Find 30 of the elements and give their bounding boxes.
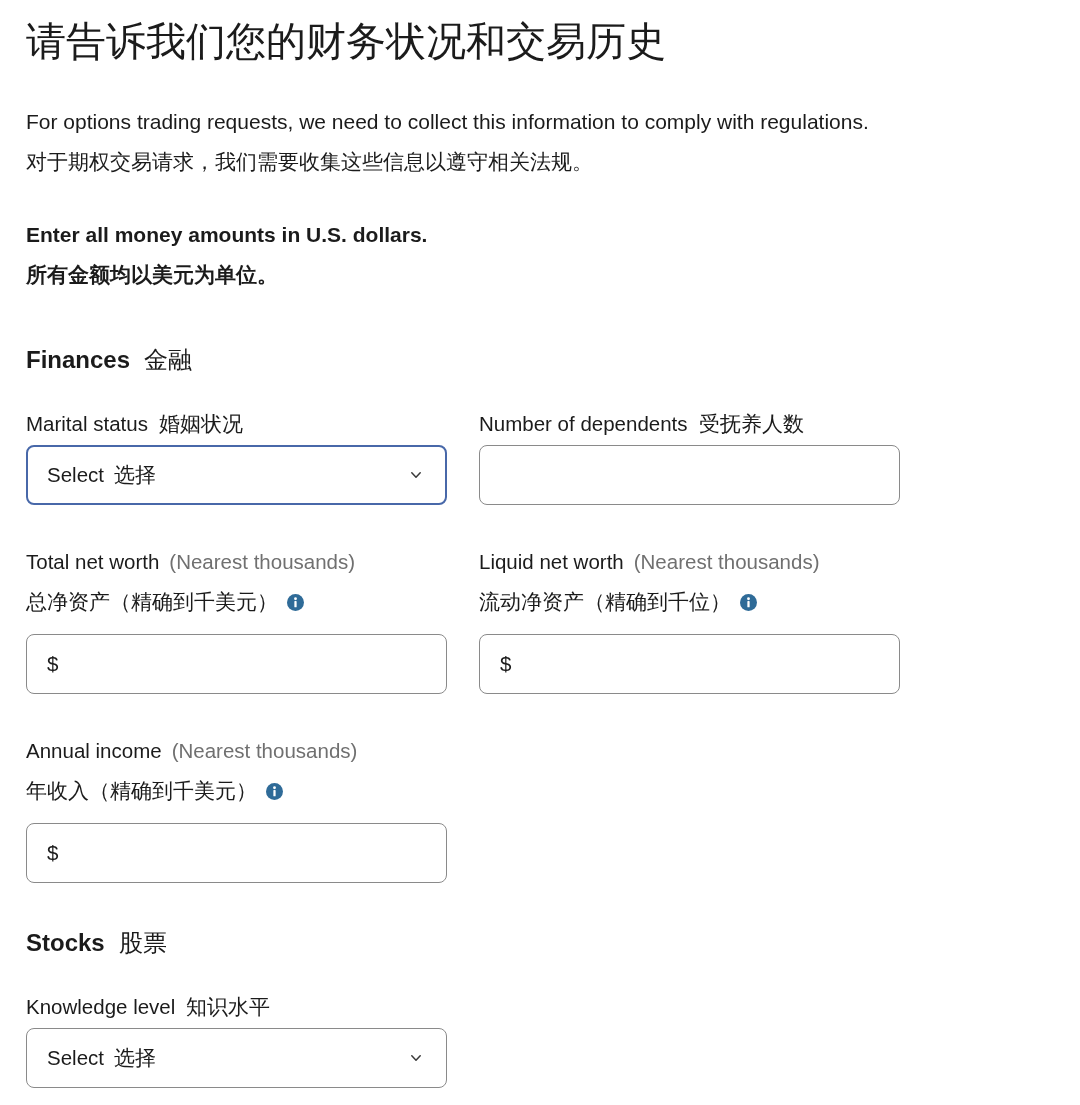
field-label: Total net worth [26,550,160,574]
field-label: Annual income [26,739,162,763]
field-label: Number of dependents 受抚养人数 [479,411,804,437]
section-heading: Finances 金融 [26,345,193,375]
page-title: 请告诉我们您的财务状况和交易历史 [26,18,666,65]
hint-text: (Nearest thousands) [169,550,356,574]
field-label: Liquid net worth [479,550,624,574]
field-label: 总净资产（精确到千美元） [26,589,278,615]
input-field[interactable] [479,445,900,505]
section-heading: Stocks 股票 [26,928,167,958]
select-dropdown[interactable]: Select 选择 [26,1028,447,1088]
chevron-down-icon [411,472,421,478]
notice-text: Enter all money amounts in U.S. dollars. [26,222,428,248]
hint-text: (Nearest thousands) [171,739,358,763]
input-field[interactable]: $ [26,823,447,883]
info-icon[interactable] [740,593,757,611]
intro-text: 对于期权交易请求，我们需要收集这些信息以遵守相关法规。 [26,149,593,175]
intro-text: For options trading requests, we need to collect this information to comply with regulations. [26,109,869,135]
chevron-down-icon [411,1055,421,1061]
info-icon[interactable] [287,593,304,611]
input-field[interactable]: $ [26,634,447,694]
field-label: Marital status 婚姻状况 [26,411,243,437]
select-dropdown[interactable]: Select 选择 [26,445,447,505]
notice-text: 所有金额均以美元为单位。 [26,262,278,288]
info-icon[interactable] [266,782,283,800]
hint-text: (Nearest thousands) [633,550,820,574]
field-label: Knowledge level 知识水平 [26,994,271,1020]
field-label: 流动净资产（精确到千位） [479,589,731,615]
field-label: 年收入（精确到千美元） [26,778,257,804]
input-field[interactable]: $ [479,634,900,694]
